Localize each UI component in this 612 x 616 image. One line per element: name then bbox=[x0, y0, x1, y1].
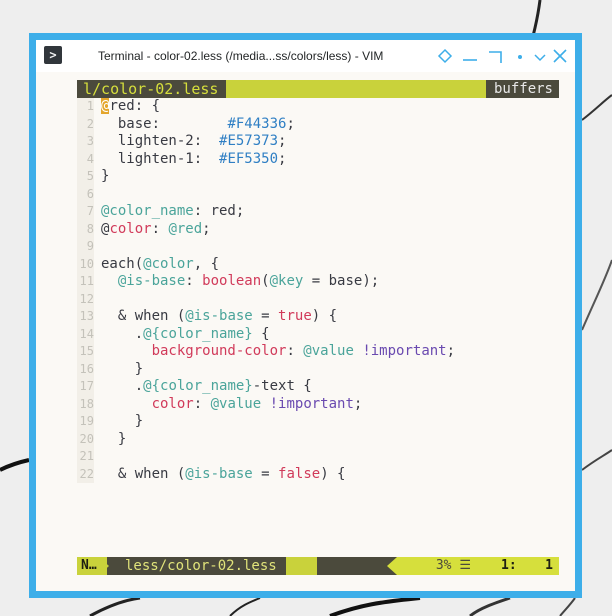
line-number: 13 bbox=[77, 308, 94, 326]
code-line[interactable]: 11 @is-base: boolean(@key = base); bbox=[77, 273, 567, 291]
line-number: 2 bbox=[77, 115, 94, 133]
line-text: } bbox=[101, 413, 144, 429]
terminal-window: > Terminal - color-02.less (/media...ss/… bbox=[29, 33, 582, 598]
line-number: 3 bbox=[77, 133, 94, 151]
vim-statusline: N… less/color-02.less 3% ☰ 1: 1 bbox=[77, 557, 559, 575]
chevron-down-icon[interactable] bbox=[530, 46, 550, 66]
code-line[interactable]: 6 bbox=[77, 185, 567, 203]
line-number: 11 bbox=[77, 273, 94, 291]
code-line[interactable]: 9 bbox=[77, 238, 567, 256]
line-number: 6 bbox=[77, 185, 94, 203]
line-number: 15 bbox=[77, 343, 94, 361]
code-line[interactable]: 10 each(@color, { bbox=[77, 255, 567, 273]
dot-icon[interactable] bbox=[510, 46, 530, 66]
code-line[interactable]: 7 @color_name: red; bbox=[77, 203, 567, 221]
line-text: each(@color, { bbox=[101, 255, 220, 272]
status-filename: less/color-02.less bbox=[107, 557, 286, 575]
line-text: @color: @red; bbox=[101, 220, 211, 237]
powerline-separator-right bbox=[387, 557, 397, 575]
mode-indicator: N… bbox=[81, 558, 97, 573]
vim-tabline: l/color-02.less buffers bbox=[77, 80, 559, 98]
code-line[interactable]: 4 lighten-1: #EF5350; bbox=[77, 150, 567, 168]
sticky-icon[interactable] bbox=[435, 46, 455, 66]
line-number: 20 bbox=[77, 430, 94, 448]
line-text: .@{color_name} { bbox=[101, 325, 270, 342]
window-title: Terminal - color-02.less (/media...ss/co… bbox=[98, 49, 384, 63]
line-text: } bbox=[101, 430, 127, 447]
line-number: 5 bbox=[77, 168, 94, 186]
line-text: .@{color_name}-text { bbox=[101, 378, 312, 394]
line-text: lighten-1: #EF5350; bbox=[101, 150, 287, 167]
code-line[interactable]: 14 .@{color_name} { bbox=[77, 325, 567, 343]
line-number: 18 bbox=[77, 395, 94, 413]
line-text: @is-base: boolean(@key = base); bbox=[117, 273, 380, 289]
terminal-icon[interactable]: > bbox=[44, 46, 62, 64]
line-number: 14 bbox=[77, 325, 94, 343]
code-line[interactable]: 21 bbox=[77, 448, 567, 466]
line-number: 12 bbox=[77, 290, 94, 308]
line-number: 1 bbox=[77, 98, 94, 116]
line-text: & when (@is-base = false) { bbox=[101, 465, 346, 482]
code-line[interactable]: 15 background-color: @value !important; bbox=[77, 343, 567, 361]
code-line[interactable]: 3 lighten-2: #E57373; bbox=[77, 133, 567, 151]
line-number: 21 bbox=[77, 448, 94, 466]
line-text: } bbox=[101, 360, 144, 377]
code-area[interactable]: 1 @red: {2 base: #F44336; 3 lighten-2: #E5… bbox=[77, 98, 567, 553]
code-line[interactable]: 5} bbox=[77, 168, 567, 186]
line-number: 16 bbox=[77, 360, 94, 378]
title-bar[interactable]: > Terminal - color-02.less (/media...ss/… bbox=[36, 40, 575, 72]
line-number: 22 bbox=[77, 465, 94, 483]
status-percent: 3% ☰ bbox=[397, 557, 475, 575]
line-text: & when (@is-base = true) { bbox=[101, 308, 338, 324]
line-number: 4 bbox=[77, 150, 94, 168]
line-text: lighten-2: #E57373; bbox=[101, 133, 287, 149]
code-line[interactable]: 1 @red: { bbox=[77, 98, 567, 116]
line-number: 19 bbox=[77, 413, 94, 431]
tab-current-file[interactable]: l/color-02.less bbox=[77, 80, 227, 98]
code-line[interactable]: 12 bbox=[77, 290, 567, 308]
status-line-number: 1: bbox=[501, 558, 517, 573]
minimize-icon[interactable] bbox=[460, 46, 480, 66]
line-text: @red: { bbox=[101, 98, 161, 114]
close-icon[interactable] bbox=[550, 46, 570, 66]
status-column-number: 1 bbox=[545, 558, 553, 573]
text-cursor: @ bbox=[101, 98, 110, 114]
line-number: 10 bbox=[77, 255, 94, 273]
powerline-separator bbox=[99, 557, 109, 575]
code-line[interactable]: 20 } bbox=[77, 430, 567, 448]
vim-editor[interactable]: l/color-02.less buffers 1 @red: {2 base: … bbox=[36, 72, 575, 591]
code-line[interactable]: 2 base: #F44336; bbox=[77, 115, 567, 133]
code-line[interactable]: 8 @color: @red; bbox=[77, 220, 567, 238]
line-number: 9 bbox=[77, 238, 94, 256]
line-text: @color_name: red; bbox=[101, 203, 245, 219]
code-line[interactable]: 17 .@{color_name}-text { bbox=[77, 378, 567, 396]
maximize-icon[interactable] bbox=[486, 46, 506, 66]
code-line[interactable]: 18 color: @value !important; bbox=[77, 395, 567, 413]
line-number: 17 bbox=[77, 378, 94, 396]
line-number: 8 bbox=[77, 220, 94, 238]
line-text: } bbox=[101, 168, 110, 184]
line-number: 7 bbox=[77, 203, 94, 221]
code-line[interactable]: 22 & when (@is-base = false) { bbox=[77, 465, 567, 483]
status-position: 1: 1 bbox=[475, 557, 559, 575]
line-text: background-color: @value !important; bbox=[151, 343, 456, 359]
code-line[interactable]: 13 & when (@is-base = true) { bbox=[77, 308, 567, 326]
line-text: base: #F44336; bbox=[101, 115, 295, 132]
line-text: color: @value !important; bbox=[151, 395, 363, 412]
code-line[interactable]: 16 } bbox=[77, 360, 567, 378]
tab-buffers[interactable]: buffers bbox=[485, 80, 559, 98]
code-line[interactable]: 19 } bbox=[77, 413, 567, 431]
